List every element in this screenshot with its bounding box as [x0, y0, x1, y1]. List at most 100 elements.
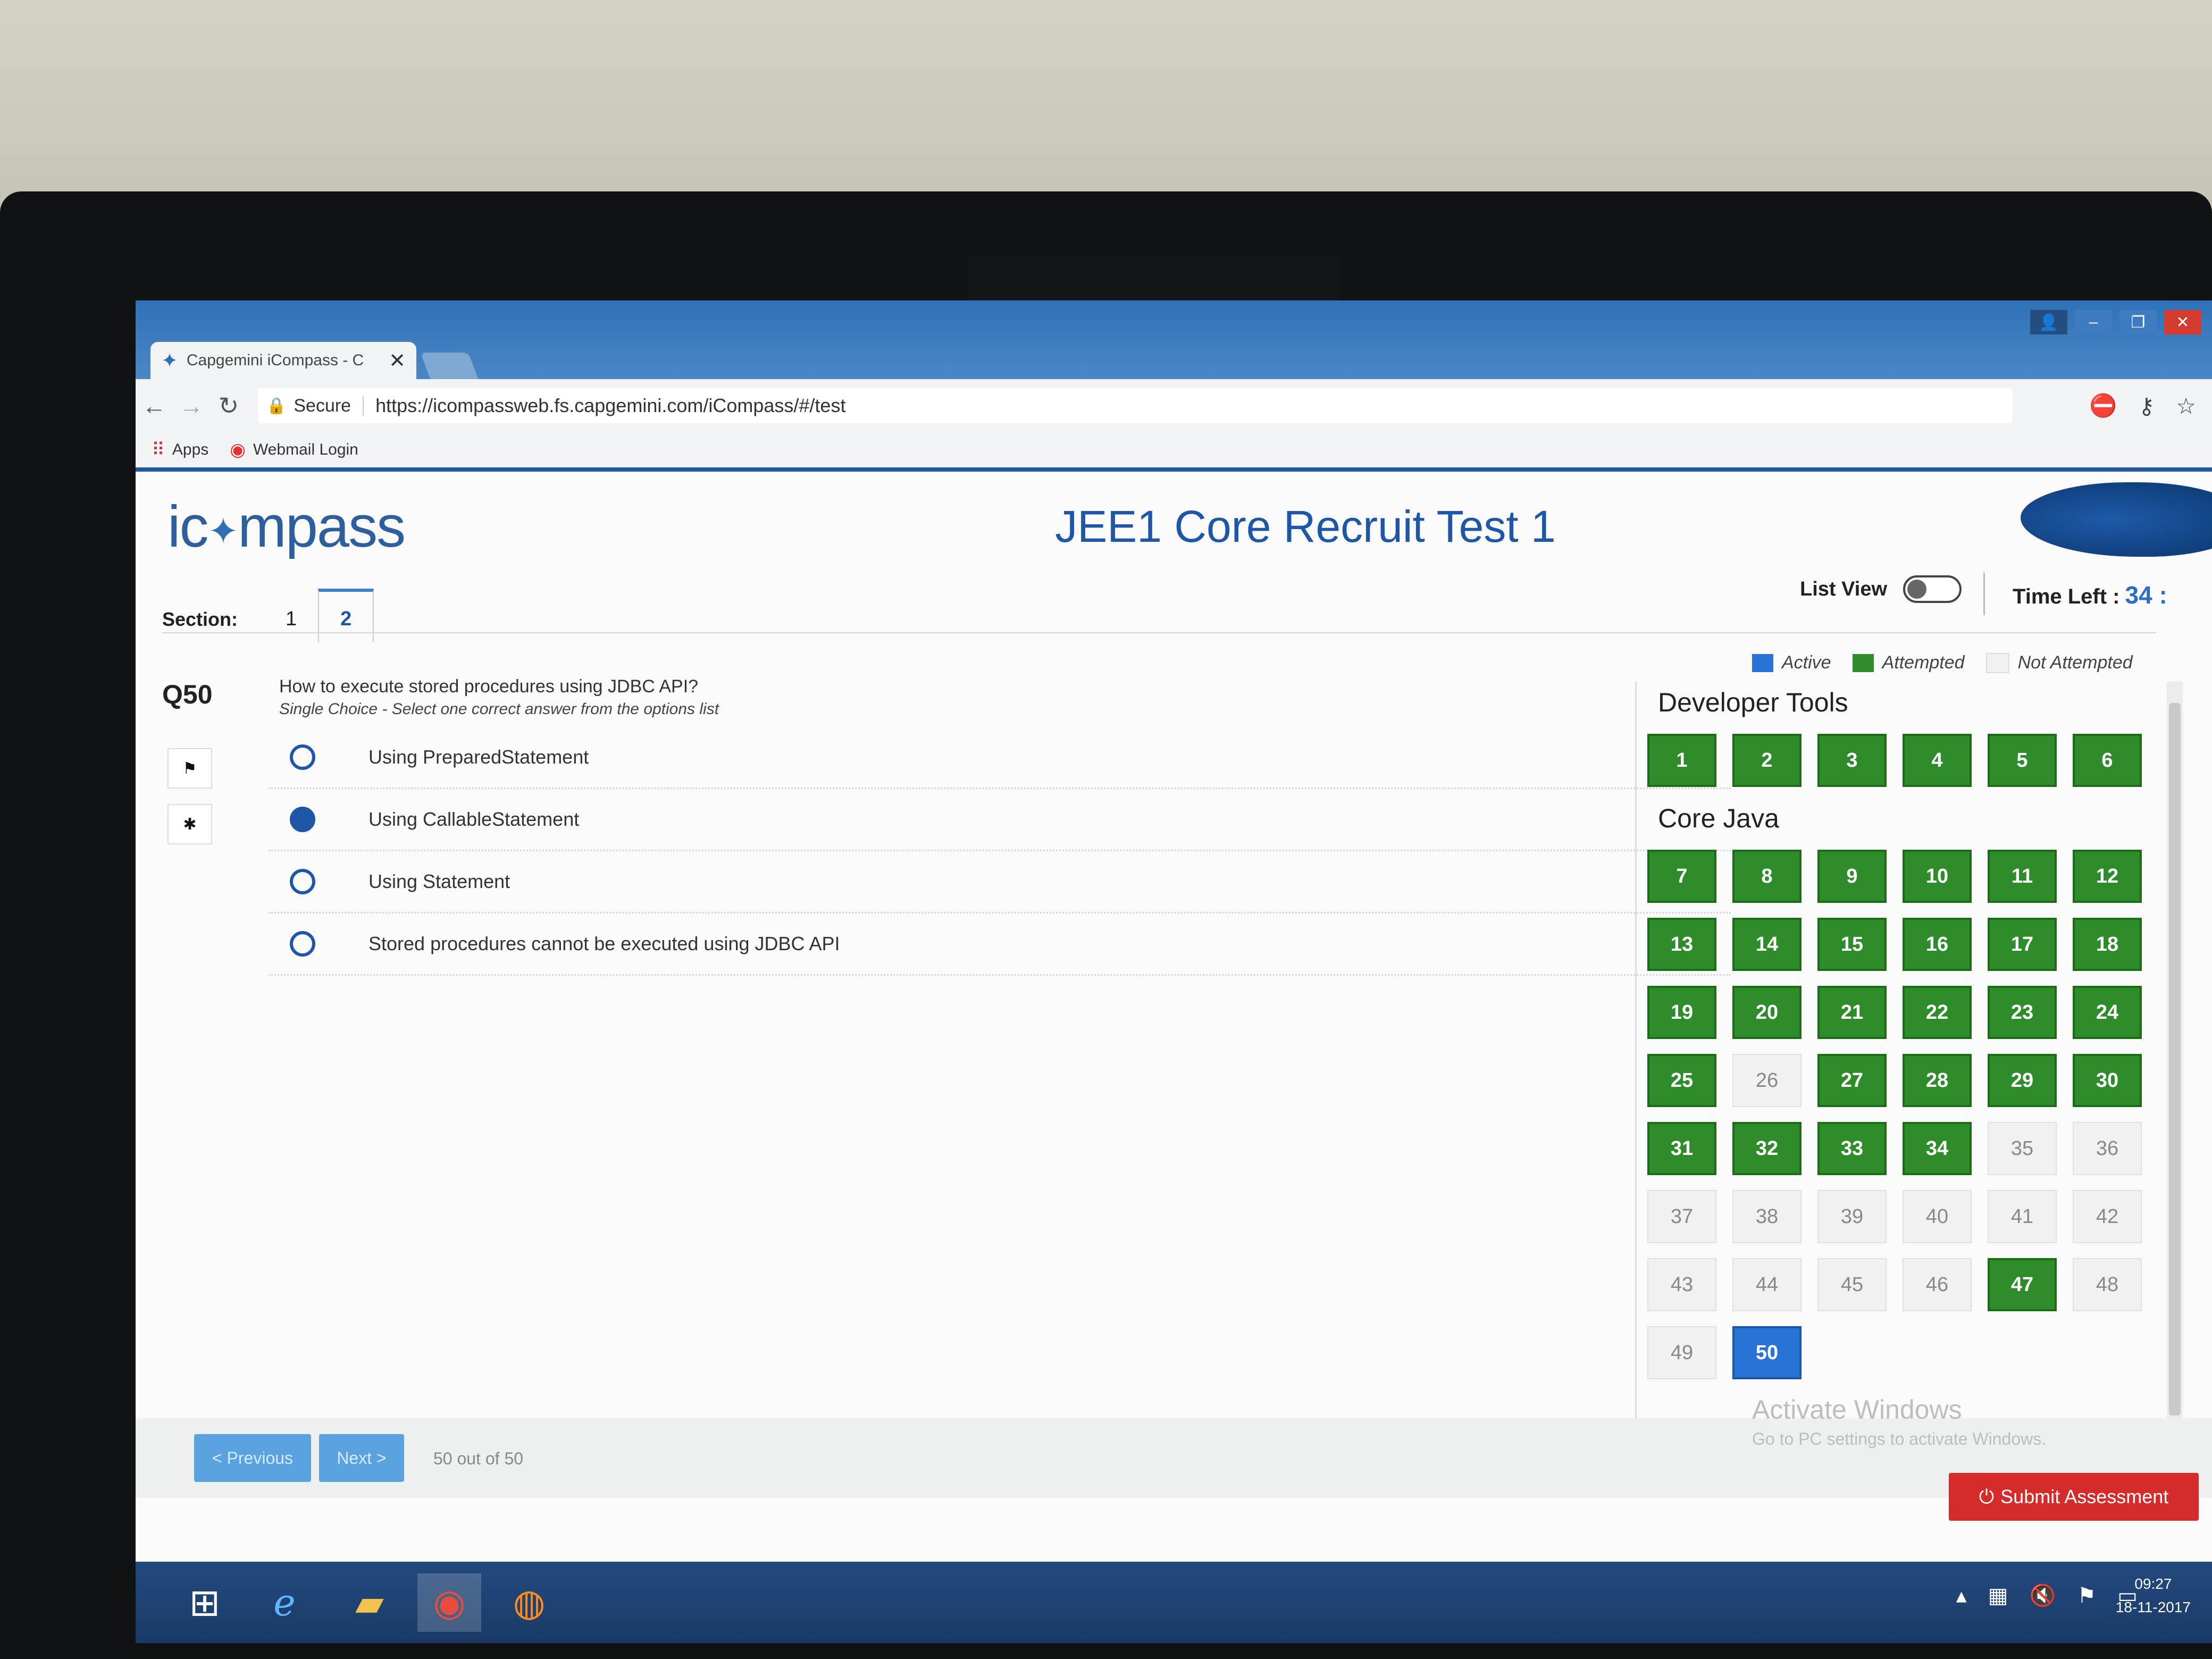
firefox-icon[interactable]: ◍ [497, 1573, 561, 1632]
question-button-16[interactable]: 16 [1903, 918, 1972, 971]
tray-up-icon[interactable]: ▴ [1956, 1583, 1967, 1608]
back-icon[interactable]: ← [136, 391, 173, 420]
question-button-21[interactable]: 21 [1817, 986, 1887, 1039]
question-button-10[interactable]: 10 [1903, 850, 1972, 903]
answer-option[interactable]: Using CallableStatement [269, 789, 1731, 851]
radio-button[interactable] [290, 869, 315, 894]
question-button-30[interactable]: 30 [2073, 1054, 2142, 1107]
question-button-44[interactable]: 44 [1732, 1258, 1802, 1311]
question-button-31[interactable]: 31 [1647, 1122, 1716, 1175]
windows-taskbar: ⊞ ℯ ▰ ◉ ◍ ▴ ▦ 🔇 ⚑ ▭ 09:27 18-11-2017 [136, 1562, 2212, 1643]
question-button-19[interactable]: 19 [1647, 986, 1716, 1039]
question-button-14[interactable]: 14 [1732, 918, 1802, 971]
question-button-25[interactable]: 25 [1647, 1054, 1716, 1107]
question-button-9[interactable]: 9 [1817, 850, 1887, 903]
blocked-icon[interactable]: ⛔ [2089, 393, 2117, 419]
question-button-27[interactable]: 27 [1817, 1054, 1887, 1107]
question-button-23[interactable]: 23 [1988, 986, 2057, 1039]
question-button-11[interactable]: 11 [1988, 850, 2057, 903]
radio-button[interactable] [290, 744, 315, 770]
volume-muted-icon[interactable]: 🔇 [2030, 1583, 2056, 1608]
key-icon[interactable]: ⚷ [2139, 393, 2155, 419]
flag-button[interactable]: ⚑ [167, 748, 212, 789]
internet-explorer-icon[interactable]: ℯ [253, 1573, 316, 1632]
question-button-36[interactable]: 36 [2073, 1122, 2142, 1175]
question-button-5[interactable]: 5 [1988, 734, 2057, 787]
bookmark-question-button[interactable]: ✱ [167, 804, 212, 844]
question-button-41[interactable]: 41 [1988, 1190, 2057, 1243]
question-button-49[interactable]: 49 [1647, 1326, 1716, 1379]
section-divider [162, 632, 2156, 633]
question-button-28[interactable]: 28 [1903, 1054, 1972, 1107]
profile-icon[interactable]: 👤 [2030, 310, 2067, 334]
action-center-flag-icon[interactable]: ⚑ [2077, 1583, 2096, 1608]
previous-button[interactable]: < Previous [194, 1434, 311, 1482]
question-button-12[interactable]: 12 [2073, 850, 2142, 903]
question-button-48[interactable]: 48 [2073, 1258, 2142, 1311]
file-explorer-icon[interactable]: ▰ [338, 1573, 401, 1632]
radio-button[interactable] [290, 807, 315, 832]
question-button-2[interactable]: 2 [1732, 734, 1802, 787]
question-button-35[interactable]: 35 [1988, 1122, 2057, 1175]
option-label: Stored procedures cannot be executed usi… [368, 933, 840, 954]
radio-button[interactable] [290, 931, 315, 957]
question-button-24[interactable]: 24 [2073, 986, 2142, 1039]
question-button-1[interactable]: 1 [1647, 734, 1716, 787]
question-button-33[interactable]: 33 [1817, 1122, 1887, 1175]
minimize-icon[interactable]: – [2075, 310, 2112, 334]
question-button-50[interactable]: 50 [1732, 1326, 1802, 1379]
bookmark-apps[interactable]: ⠿ Apps [152, 439, 208, 460]
question-button-38[interactable]: 38 [1732, 1190, 1802, 1243]
new-tab-button[interactable] [420, 353, 479, 379]
question-button-8[interactable]: 8 [1732, 850, 1802, 903]
question-button-43[interactable]: 43 [1647, 1258, 1716, 1311]
url-input[interactable]: 🔒 Secure https://icompassweb.fs.capgemin… [258, 388, 2013, 423]
answer-option[interactable]: Using Statement [269, 851, 1731, 914]
reload-icon[interactable]: ↻ [210, 391, 247, 420]
question-button-4[interactable]: 4 [1903, 734, 1972, 787]
start-icon[interactable]: ⊞ [173, 1573, 237, 1632]
answer-option[interactable]: Stored procedures cannot be executed usi… [269, 914, 1731, 976]
question-button-13[interactable]: 13 [1647, 918, 1716, 971]
bookmark-webmail[interactable]: ◉ Webmail Login [230, 439, 358, 460]
question-button-3[interactable]: 3 [1817, 734, 1887, 787]
taskbar-clock[interactable]: 09:27 18-11-2017 [2116, 1572, 2191, 1619]
chrome-icon[interactable]: ◉ [417, 1573, 481, 1632]
close-tab-icon[interactable]: ✕ [389, 349, 406, 373]
forward-icon[interactable]: → [173, 391, 210, 420]
question-button-7[interactable]: 7 [1647, 850, 1716, 903]
palette-scrollbar[interactable] [2167, 682, 2183, 1453]
bookmark-star-icon[interactable]: ☆ [2176, 393, 2196, 419]
question-button-34[interactable]: 34 [1903, 1122, 1972, 1175]
network-icon[interactable]: ▦ [1988, 1583, 2008, 1608]
answer-option[interactable]: Using PreparedStatement [269, 727, 1731, 789]
scrollbar-thumb[interactable] [2169, 703, 2181, 1415]
tab-section-2[interactable]: 2 [318, 589, 374, 642]
list-view-toggle[interactable] [1903, 575, 1962, 603]
question-button-47[interactable]: 47 [1988, 1258, 2057, 1311]
close-window-icon[interactable]: ✕ [2164, 310, 2201, 334]
question-button-18[interactable]: 18 [2073, 918, 2142, 971]
question-button-26[interactable]: 26 [1732, 1054, 1802, 1107]
palette-grid: 123456 [1647, 734, 2163, 787]
question-button-29[interactable]: 29 [1988, 1054, 2057, 1107]
question-button-20[interactable]: 20 [1732, 986, 1802, 1039]
next-button[interactable]: Next > [319, 1434, 404, 1482]
question-button-40[interactable]: 40 [1903, 1190, 1972, 1243]
question-button-17[interactable]: 17 [1988, 918, 2057, 971]
question-button-39[interactable]: 39 [1817, 1190, 1887, 1243]
restore-icon[interactable]: ❐ [2119, 310, 2157, 334]
browser-tab[interactable]: ✦ Capgemini iCompass - C ✕ [150, 342, 416, 379]
question-button-22[interactable]: 22 [1903, 986, 1972, 1039]
question-button-37[interactable]: 37 [1647, 1190, 1716, 1243]
question-button-45[interactable]: 45 [1817, 1258, 1887, 1311]
question-button-15[interactable]: 15 [1817, 918, 1887, 971]
secure-label: Secure [294, 395, 364, 416]
question-button-42[interactable]: 42 [2073, 1190, 2142, 1243]
submit-assessment-button[interactable]: ⏻ Submit Assessment [1949, 1473, 2199, 1521]
toggle-knob [1907, 580, 1927, 599]
question-button-32[interactable]: 32 [1732, 1122, 1802, 1175]
question-button-46[interactable]: 46 [1903, 1258, 1972, 1311]
tab-section-1[interactable]: 1 [264, 608, 318, 642]
question-button-6[interactable]: 6 [2073, 734, 2142, 787]
